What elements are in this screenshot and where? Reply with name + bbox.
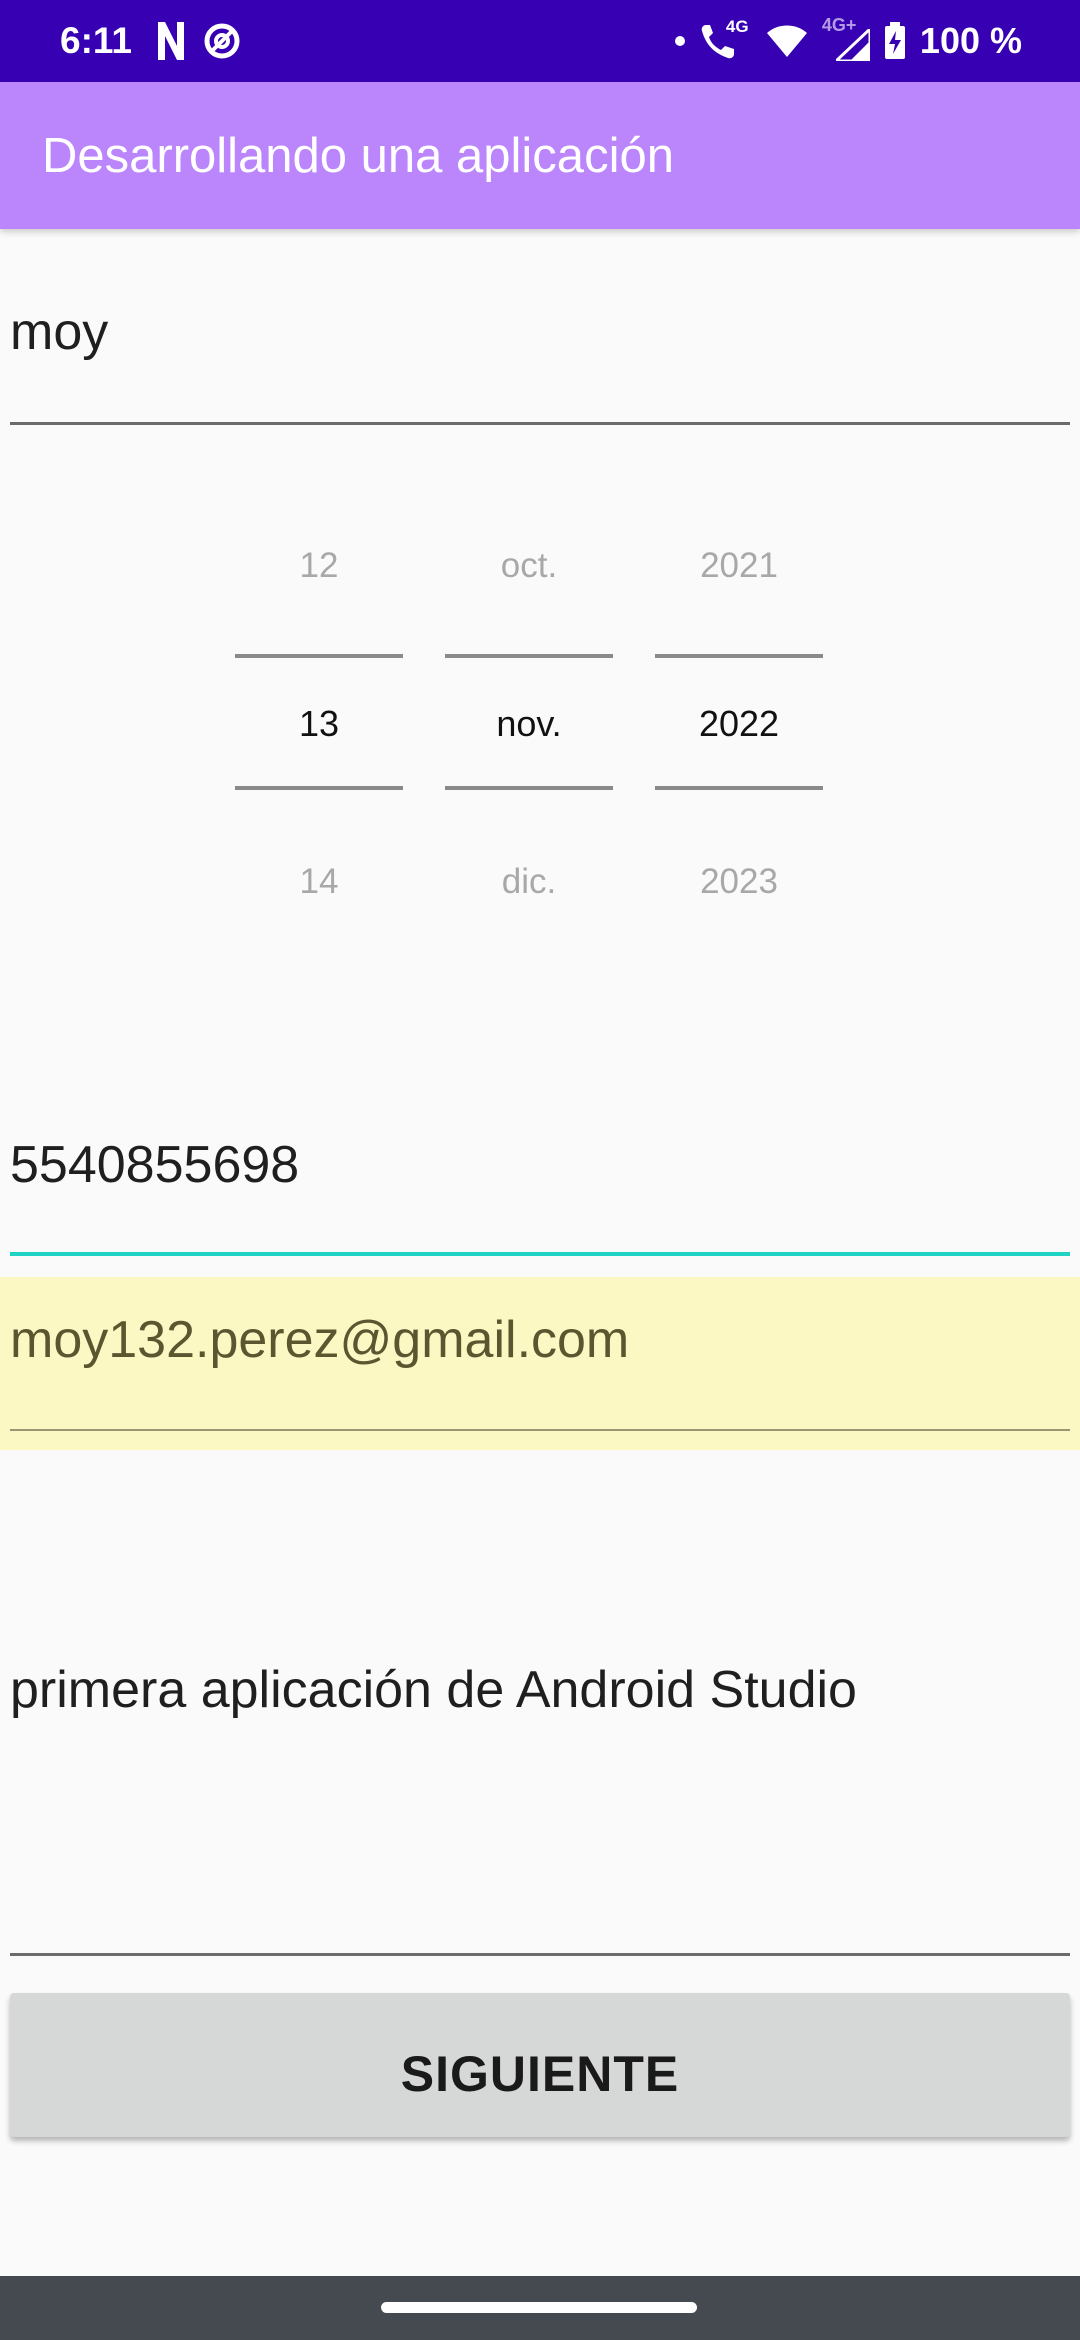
- wifi-icon: [766, 25, 807, 57]
- battery-charging-icon: [884, 22, 905, 59]
- status-left-icons: [158, 20, 242, 62]
- email-field-underline: [10, 1429, 1070, 1431]
- date-picker-year-bottom-divider: [655, 786, 823, 790]
- signal-icon: 4G+: [822, 15, 870, 61]
- description-field-underline: [10, 1953, 1070, 1956]
- date-picker-year-top-divider: [655, 654, 823, 658]
- status-right-icons: 4G 4G+ 100 %: [674, 15, 1022, 64]
- data-saver-icon: [204, 23, 240, 59]
- description-field[interactable]: primera aplicación de Android Studio: [10, 1658, 857, 1722]
- wifi-calling-icon: 4G: [700, 17, 752, 61]
- netflix-icon: [158, 22, 184, 60]
- next-button[interactable]: SIGUIENTE: [10, 1993, 1070, 2137]
- status-time: 6:11: [60, 20, 133, 61]
- name-field-underline: [10, 422, 1070, 425]
- phone-field[interactable]: 5540855698: [10, 1133, 299, 1197]
- home-gesture-handle[interactable]: [381, 2302, 697, 2313]
- date-picker-month-top-divider: [445, 654, 613, 658]
- date-picker-year-next[interactable]: 2023: [655, 860, 823, 904]
- date-picker-day-bottom-divider: [235, 786, 403, 790]
- network-label: 4G: [725, 17, 749, 36]
- date-picker-month-selected[interactable]: nov.: [445, 702, 613, 746]
- date-picker-month-bottom-divider: [445, 786, 613, 790]
- date-picker-year-selected[interactable]: 2022: [655, 702, 823, 746]
- name-field[interactable]: moy: [10, 300, 108, 364]
- date-picker-day-prev[interactable]: 12: [235, 544, 403, 588]
- date-picker-day-next[interactable]: 14: [235, 860, 403, 904]
- date-picker-month-next[interactable]: dic.: [445, 860, 613, 904]
- email-field[interactable]: moy132.perez@gmail.com: [10, 1308, 629, 1372]
- battery-percentage: 100 %: [919, 20, 1022, 61]
- notification-dot-icon: [674, 36, 685, 46]
- phone-field-underline-focused: [10, 1252, 1070, 1256]
- date-picker-day-selected[interactable]: 13: [235, 702, 403, 746]
- date-picker-day-top-divider: [235, 654, 403, 658]
- date-picker-month-prev[interactable]: oct.: [445, 544, 613, 588]
- date-picker-year-prev[interactable]: 2021: [655, 544, 823, 588]
- app-title: Desarrollando una aplicación: [42, 129, 674, 183]
